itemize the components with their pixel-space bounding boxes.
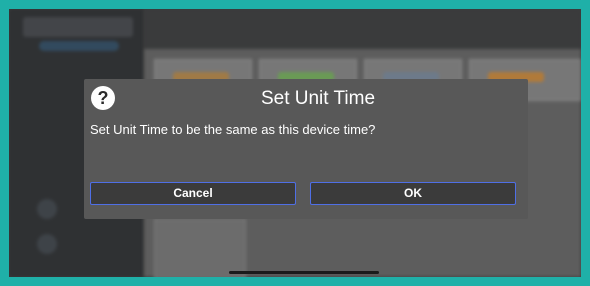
background-nav-icon bbox=[37, 234, 57, 254]
dialog-message: Set Unit Time to be the same as this dev… bbox=[90, 122, 376, 137]
background-nav-icon bbox=[37, 199, 57, 219]
dialog-title: Set Unit Time bbox=[260, 88, 376, 109]
background-logo-bar bbox=[39, 41, 119, 51]
home-indicator bbox=[229, 271, 379, 274]
background-panel bbox=[154, 219, 246, 277]
background-logo bbox=[23, 17, 133, 37]
app-screen: ? Set Unit Time Set Unit Time to be the … bbox=[9, 9, 581, 277]
cancel-button[interactable]: Cancel bbox=[90, 182, 296, 205]
set-unit-time-dialog: ? Set Unit Time Set Unit Time to be the … bbox=[84, 79, 528, 219]
ok-button[interactable]: OK bbox=[310, 182, 516, 205]
background-topbar bbox=[144, 9, 581, 49]
